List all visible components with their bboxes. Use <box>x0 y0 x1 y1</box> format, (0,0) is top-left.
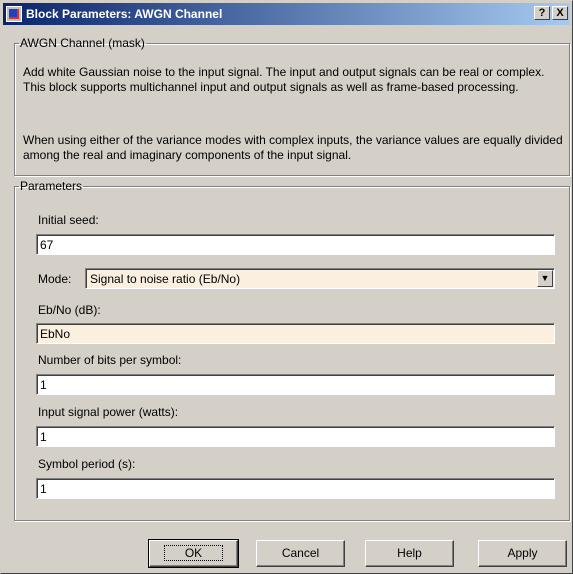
title-bar[interactable]: Block Parameters: AWGN Channel ? X <box>3 3 570 25</box>
ebno-label: Eb/No (dB): <box>38 303 101 317</box>
ok-button[interactable]: OK <box>148 539 239 568</box>
apply-button[interactable]: Apply <box>478 540 567 567</box>
bits-per-symbol-label: Number of bits per symbol: <box>38 353 182 367</box>
simulink-block-icon <box>6 6 22 22</box>
dialog-window: Block Parameters: AWGN Channel ? X AWGN … <box>0 0 573 574</box>
input-power-field[interactable]: 1 <box>36 426 555 447</box>
symbol-period-field[interactable]: 1 <box>36 478 555 499</box>
bits-per-symbol-field[interactable]: 1 <box>36 374 555 395</box>
mode-label: Mode: <box>38 272 72 286</box>
parameters-group-title: Parameters <box>20 179 83 193</box>
mask-group-title: AWGN Channel (mask) <box>20 36 145 50</box>
ok-button-label: OK <box>163 545 224 561</box>
help-button[interactable]: Help <box>365 540 454 567</box>
chevron-down-icon[interactable]: ▼ <box>537 270 553 287</box>
input-power-label: Input signal power (watts): <box>38 405 179 419</box>
mask-description-1: Add white Gaussian noise to the input si… <box>23 65 545 94</box>
cancel-button[interactable]: Cancel <box>256 540 345 567</box>
close-icon[interactable]: X <box>552 6 568 20</box>
initial-seed-label: Initial seed: <box>38 213 99 227</box>
mask-description-2: When using either of the variance modes … <box>23 133 563 162</box>
mode-select[interactable]: Signal to noise ratio (Eb/No) ▼ <box>85 268 555 289</box>
mode-selected-value: Signal to noise ratio (Eb/No) <box>90 272 241 286</box>
window-title: Block Parameters: AWGN Channel <box>26 7 223 21</box>
initial-seed-field[interactable]: 67 <box>36 234 555 255</box>
ebno-field[interactable]: EbNo <box>36 323 555 344</box>
help-question-button[interactable]: ? <box>534 6 550 20</box>
symbol-period-label: Symbol period (s): <box>38 457 136 471</box>
